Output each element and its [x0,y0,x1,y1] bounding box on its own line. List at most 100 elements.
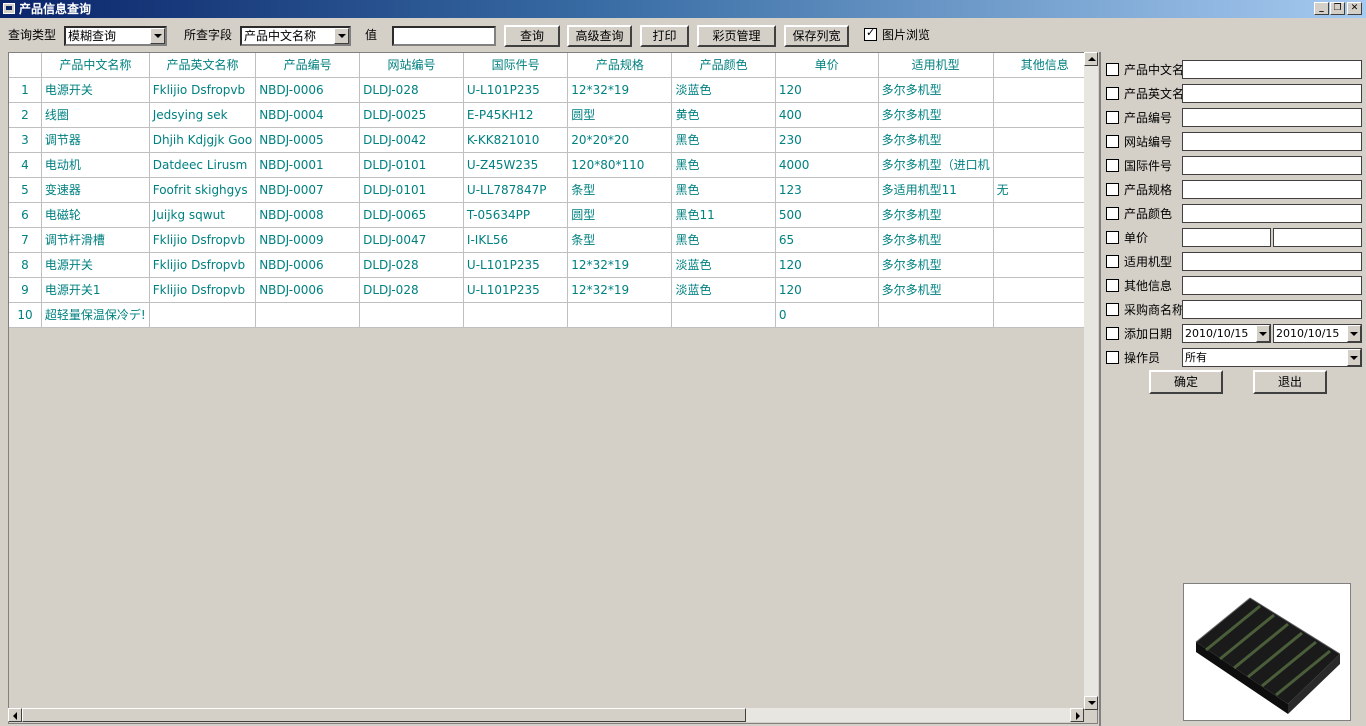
table-cell[interactable]: Fklijio Dsfropvb [149,252,257,278]
table-cell[interactable]: DLDJ-0042 [359,127,464,153]
filter-checkbox[interactable] [1106,279,1119,292]
filter-checkbox[interactable] [1106,303,1119,316]
filter-input[interactable] [1182,276,1362,295]
filter-checkbox[interactable] [1106,351,1119,364]
corner-cell[interactable] [9,53,42,78]
table-cell[interactable]: DLDJ-0101 [359,177,464,203]
column-header[interactable]: 产品英文名称 [149,53,257,78]
table-cell[interactable]: NBDJ-0001 [255,152,361,178]
filter-checkbox[interactable] [1106,327,1119,340]
table-cell[interactable]: 圆型 [567,202,673,228]
table-cell[interactable] [878,302,994,328]
filter-input[interactable] [1182,60,1362,79]
table-cell[interactable]: 多适用机型11 [878,177,994,203]
print-button[interactable]: 打印 [640,25,689,47]
table-cell[interactable]: NBDJ-0006 [255,252,361,278]
table-cell[interactable]: DLDJ-0065 [359,202,464,228]
table-cell[interactable]: Datdeec Lirusm [149,152,257,178]
table-cell[interactable]: 电源开关 [41,77,150,103]
table-cell[interactable] [993,127,1097,153]
table-cell[interactable]: U-Z45W235 [463,152,569,178]
table-row[interactable]: 6 电磁轮 Juijkg sqwut NBDJ-0008 DLDJ-0065 T-0563… [9,202,1097,228]
scroll-up-icon[interactable] [1084,52,1098,66]
chevron-down-icon[interactable] [1347,325,1361,342]
table-cell[interactable]: 圆型 [567,102,673,128]
table-cell[interactable]: 黑色11 [671,202,776,228]
advanced-search-button[interactable]: 高级查询 [567,25,632,47]
row-number[interactable]: 2 [9,102,42,128]
table-cell[interactable]: 500 [775,202,879,228]
table-cell[interactable]: 电源开关1 [41,277,150,303]
scroll-down-icon[interactable] [1084,696,1098,710]
table-cell[interactable]: Foofrit skighgys [149,177,257,203]
table-cell[interactable] [671,302,776,328]
filter-input[interactable] [1182,204,1362,223]
filter-input[interactable] [1182,156,1362,175]
operator-select[interactable]: 所有 [1182,348,1362,367]
table-cell[interactable] [993,227,1097,253]
table-cell[interactable]: E-P45KH12 [463,102,569,128]
value-input[interactable] [392,26,496,46]
table-cell[interactable]: T-05634PP [463,202,569,228]
save-column-width-button[interactable]: 保存列宽 [784,25,849,47]
table-cell[interactable]: 条型 [567,227,673,253]
row-number[interactable]: 1 [9,77,42,103]
table-cell[interactable]: 120 [775,77,879,103]
table-cell[interactable] [993,277,1097,303]
filter-checkbox[interactable] [1106,159,1119,172]
minimize-button[interactable]: _ [1314,2,1329,15]
table-cell[interactable]: 淡蓝色 [671,252,776,278]
table-cell[interactable]: 条型 [567,177,673,203]
table-cell[interactable]: 120 [775,252,879,278]
table-cell[interactable] [993,152,1097,178]
row-number[interactable]: 4 [9,152,42,178]
table-cell[interactable]: 4000 [775,152,879,178]
table-row[interactable]: 4 电动机 Datdeec Lirusm NBDJ-0001 DLDJ-0101 U-Z4… [9,152,1097,178]
row-number[interactable]: 6 [9,202,42,228]
color-page-button[interactable]: 彩页管理 [697,25,776,47]
table-cell[interactable] [993,302,1097,328]
table-cell[interactable]: 线圈 [41,102,150,128]
table-cell[interactable]: DLDJ-028 [359,252,464,278]
filter-checkbox[interactable] [1106,111,1119,124]
table-row[interactable]: 2 线圈 Jedsying sek NBDJ-0004 DLDJ-0025 E-P45KH… [9,102,1097,128]
table-cell[interactable]: 无 [993,177,1097,203]
table-cell[interactable] [567,302,673,328]
filter-checkbox[interactable] [1106,87,1119,100]
filter-checkbox[interactable] [1106,207,1119,220]
table-cell[interactable] [463,302,569,328]
table-cell[interactable]: 20*20*20 [567,127,673,153]
table-cell[interactable] [993,77,1097,103]
table-row[interactable]: 8 电源开关 Fklijio Dsfropvb NBDJ-0006 DLDJ-028 U-… [9,252,1097,278]
scroll-left-icon[interactable] [8,708,22,722]
table-cell[interactable]: DLDJ-028 [359,77,464,103]
table-cell[interactable]: 电动机 [41,152,150,178]
date-from-picker[interactable]: 2010/10/15 [1182,324,1271,343]
table-cell[interactable] [359,302,464,328]
filter-input[interactable] [1182,132,1362,151]
filter-checkbox[interactable] [1106,183,1119,196]
filter-input[interactable] [1182,180,1362,199]
row-number[interactable]: 3 [9,127,42,153]
filter-input[interactable] [1182,300,1362,319]
column-header[interactable]: 单价 [775,53,879,78]
column-header[interactable]: 其他信息 [993,53,1097,78]
table-row[interactable]: 7 调节杆滑槽 Fklijio Dsfropvb NBDJ-0009 DLDJ-0047… [9,227,1097,253]
row-number[interactable]: 10 [9,302,42,328]
row-number[interactable]: 7 [9,227,42,253]
chevron-down-icon[interactable] [334,28,349,44]
table-cell[interactable]: DLDJ-028 [359,277,464,303]
table-cell[interactable]: 400 [775,102,879,128]
table-cell[interactable]: Jedsying sek [149,102,257,128]
filter-checkbox[interactable] [1106,231,1119,244]
table-cell[interactable]: 65 [775,227,879,253]
table-cell[interactable]: 123 [775,177,879,203]
table-row[interactable]: 9 电源开关1 Fklijio Dsfropvb NBDJ-0006 DLDJ-028 U… [9,277,1097,303]
table-cell[interactable]: 黄色 [671,102,776,128]
table-cell[interactable]: DLDJ-0047 [359,227,464,253]
chevron-down-icon[interactable] [1256,325,1270,342]
table-cell[interactable]: 120*80*110 [567,152,673,178]
table-cell[interactable]: 12*32*19 [567,252,673,278]
table-cell[interactable]: Juijkg sqwut [149,202,257,228]
query-type-select[interactable]: 模糊查询 [64,26,167,46]
